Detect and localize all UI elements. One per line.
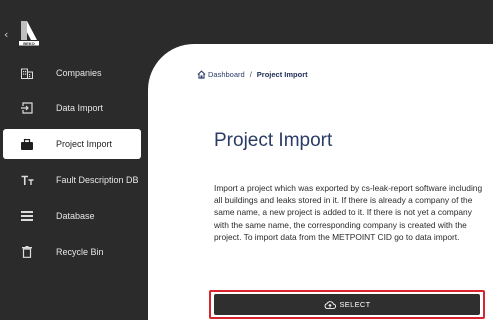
briefcase-icon	[20, 137, 34, 151]
page-description: Import a project which was exported by c…	[214, 183, 483, 242]
list-icon	[20, 209, 34, 223]
sidebar-item-label: Data Import	[56, 103, 104, 113]
sidebar-item-data-import[interactable]: Data Import	[3, 93, 141, 123]
main-content: Dashboard / Project Import Project Impor…	[148, 44, 493, 320]
sidebar-item-label: Companies	[56, 68, 102, 78]
sidebar-item-label: Project Import	[56, 139, 113, 149]
sidebar-item-fault-description-db[interactable]: Fault Description DB	[3, 165, 141, 195]
select-button[interactable]: SELECT	[214, 294, 480, 315]
text-format-icon	[20, 173, 34, 187]
sidebar-item-project-import[interactable]: Project Import	[3, 129, 141, 159]
sidebar-item-label: Database	[56, 211, 95, 221]
breadcrumb: Dashboard / Project Import	[197, 70, 308, 79]
breadcrumb-dashboard-link[interactable]: Dashboard	[208, 70, 245, 79]
beko-logo: BEKO	[19, 21, 39, 46]
sidebar-item-label: Fault Description DB	[56, 175, 139, 185]
sidebar-item-recycle-bin[interactable]: Recycle Bin	[3, 237, 141, 267]
breadcrumb-separator: /	[249, 70, 252, 79]
import-icon	[20, 101, 34, 115]
sidebar-item-label: Recycle Bin	[56, 247, 104, 257]
logo-row: ‹ BEKO	[0, 20, 150, 54]
building-icon	[20, 66, 34, 80]
select-button-label: SELECT	[339, 300, 371, 309]
breadcrumb-current: Project Import	[256, 70, 308, 79]
home-icon[interactable]	[197, 70, 206, 79]
chevron-left-icon[interactable]: ‹	[4, 28, 8, 41]
sidebar-item-database[interactable]: Database	[3, 201, 141, 231]
page-title: Project Import	[214, 130, 333, 151]
logo-text: BEKO	[23, 41, 35, 46]
select-button-highlight: SELECT	[209, 290, 485, 319]
sidebar-item-companies[interactable]: Companies	[3, 58, 141, 88]
trash-icon	[20, 245, 34, 259]
sidebar: ‹ BEKO Companies Data Import Project Imp…	[0, 0, 150, 320]
cloud-upload-icon	[324, 300, 336, 309]
